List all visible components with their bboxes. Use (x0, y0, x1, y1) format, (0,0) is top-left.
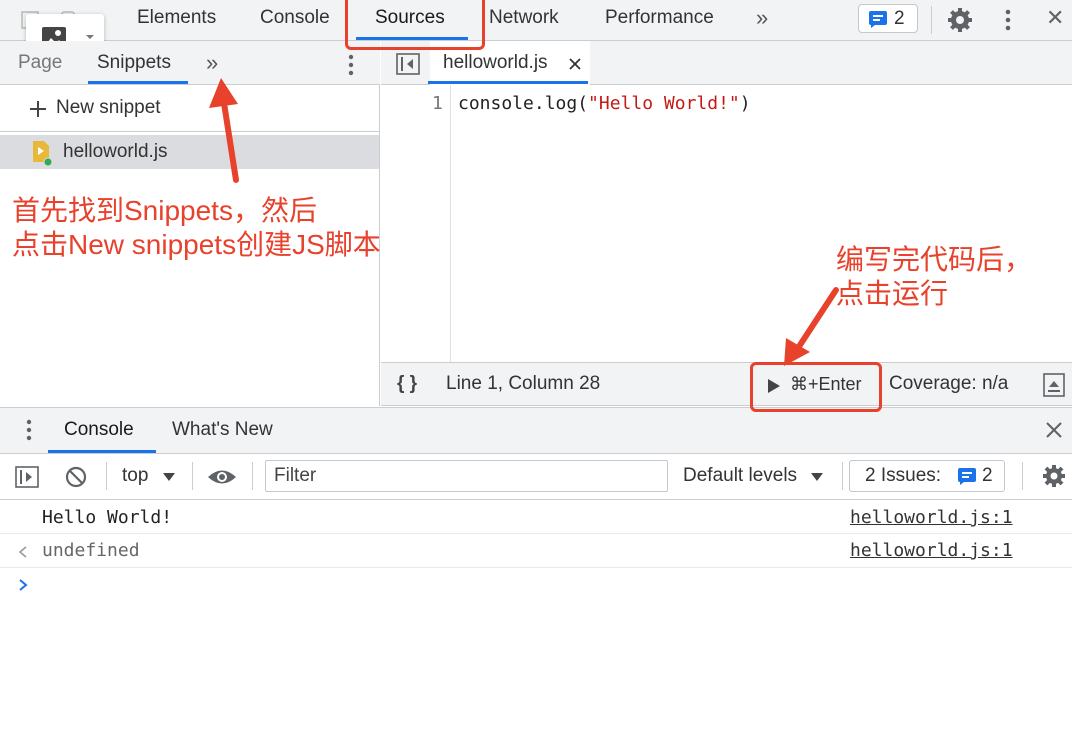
annotation-right-line-2: 点击运行 (836, 278, 949, 309)
annotation-left-line-2: 点击New snippets创建JS脚本 (12, 229, 381, 260)
arrow-to-run-button (797, 287, 839, 348)
arrow-head (209, 78, 238, 108)
annotation-right-line-1: 编写完代码后， (836, 244, 1033, 275)
annotation-left-line-1: 首先找到Snippets，然后 (12, 195, 317, 226)
arrow-to-snippets (221, 100, 239, 183)
arrow-head (784, 338, 810, 366)
annotation-arrows (209, 78, 839, 366)
